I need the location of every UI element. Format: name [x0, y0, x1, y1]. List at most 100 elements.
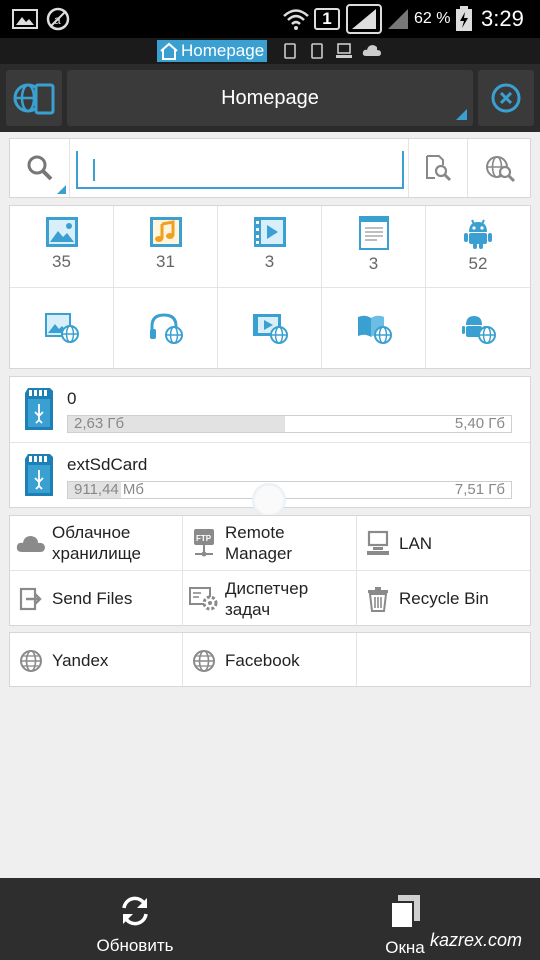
refresh-button[interactable]: Обновить — [80, 878, 190, 960]
category-images[interactable]: 35 — [10, 206, 114, 288]
tools-panel: Облачное хранилище FTP Remote Manager LAN … — [9, 515, 531, 626]
battery-percent: 62 % — [414, 10, 451, 27]
window-tab-label: Homepage — [181, 41, 265, 60]
tool-label: Manager — [225, 544, 293, 563]
storage-item-internal[interactable]: 0 2,63 Гб 5,40 Гб — [10, 377, 530, 443]
web-search-icon — [485, 156, 515, 183]
tool-recycle-bin[interactable]: Recycle Bin — [357, 571, 530, 626]
category-web-apps[interactable] — [426, 288, 530, 370]
phone-window-2-icon[interactable] — [311, 43, 323, 64]
bookmark-label: Facebook — [225, 651, 300, 670]
ftp-icon: FTP — [194, 529, 214, 557]
clock: 3:29 — [481, 6, 524, 31]
storage-used: 2,63 Гб — [74, 415, 125, 432]
tool-label: Диспетчер — [225, 578, 309, 598]
wifi-icon — [282, 0, 310, 38]
document-icon — [358, 216, 389, 250]
signal-2-icon — [386, 0, 410, 38]
watermark: kazrex.com — [430, 930, 523, 950]
category-apps[interactable]: 52 — [426, 206, 530, 288]
data-saver-icon: a — [46, 0, 70, 38]
tool-cloud-storage[interactable]: Облачное хранилище — [10, 516, 183, 571]
home-icon — [160, 42, 178, 60]
battery-charging-icon — [455, 0, 473, 38]
storage-usage-bar: 911,44 Мб 7,51 Гб — [67, 481, 512, 499]
category-count: 31 — [156, 252, 175, 271]
web-music-icon — [149, 313, 183, 344]
category-web-books[interactable] — [322, 288, 426, 370]
close-icon — [491, 83, 521, 113]
category-music[interactable]: 31 — [114, 206, 218, 288]
windows-label: Окна — [385, 938, 425, 957]
send-files-icon — [19, 587, 42, 610]
tool-label: Recycle Bin — [399, 589, 489, 608]
tool-task-manager[interactable]: Диспетчер задач — [183, 571, 357, 626]
category-count: 3 — [368, 254, 379, 273]
svg-text:FTP: FTP — [196, 534, 212, 543]
cloud-window-icon[interactable] — [362, 43, 382, 62]
bookmarks-panel: Yandex Facebook — [9, 632, 531, 688]
refresh-icon — [122, 896, 148, 926]
sd-card-icon — [25, 388, 53, 430]
bookmark-empty-slot — [357, 633, 530, 688]
title-bar: Homepage — [0, 64, 540, 132]
tool-lan[interactable]: LAN — [357, 516, 530, 571]
search-input[interactable] — [76, 151, 404, 189]
globe-device-icon — [13, 83, 55, 115]
trash-icon — [368, 586, 388, 612]
tool-label: Send Files — [52, 589, 133, 608]
computer-window-icon[interactable] — [336, 43, 352, 64]
window-tab-homepage[interactable]: Homepage — [157, 40, 268, 62]
gallery-notification-icon — [12, 0, 38, 38]
sd-card-icon — [25, 454, 53, 496]
lan-icon — [367, 530, 389, 555]
category-videos[interactable]: 3 — [218, 206, 322, 288]
local-search-button[interactable] — [408, 139, 468, 197]
storage-total: 7,51 Гб — [454, 481, 505, 498]
phone-window-icon[interactable] — [284, 43, 296, 64]
close-button[interactable] — [478, 70, 534, 126]
search-icon — [27, 155, 52, 181]
task-manager-icon — [189, 586, 218, 610]
windows-icon — [390, 895, 420, 929]
category-web-images[interactable] — [10, 288, 114, 370]
text-cursor — [93, 159, 95, 181]
globe-icon — [20, 649, 42, 672]
file-search-icon — [426, 155, 452, 182]
category-count: 35 — [52, 252, 71, 271]
storage-total: 5,40 Гб — [454, 415, 505, 432]
tool-label: задач — [225, 599, 271, 619]
category-documents[interactable]: 3 — [322, 206, 426, 288]
device-switch-button[interactable] — [6, 70, 62, 126]
storage-usage-bar: 2,63 Гб 5,40 Гб — [67, 415, 512, 433]
dropdown-corner-icon — [57, 185, 66, 194]
refresh-label: Обновить — [96, 936, 174, 955]
bookmark-yandex[interactable]: Yandex — [10, 633, 183, 688]
image-icon — [45, 217, 78, 247]
tool-label: хранилище — [52, 544, 141, 563]
globe-icon — [193, 649, 215, 672]
bookmark-label: Yandex — [52, 651, 109, 670]
web-video-icon — [252, 314, 288, 344]
tool-remote-manager[interactable]: FTP Remote Manager — [183, 516, 357, 571]
web-search-button[interactable] — [469, 139, 530, 197]
tool-label: Облачное — [52, 523, 131, 542]
category-web-videos[interactable] — [218, 288, 322, 370]
tool-label: Remote — [225, 523, 285, 542]
page-title: Homepage — [221, 86, 319, 109]
window-bar: Homepage — [0, 38, 540, 64]
categories-panel: 35 31 3 3 52 — [9, 205, 531, 370]
tool-send-files[interactable]: Send Files — [10, 571, 183, 626]
status-bar: a 1 62 % 3:29 — [0, 0, 540, 38]
category-count: 52 — [468, 254, 488, 273]
storage-used: 911,44 Мб — [74, 481, 145, 498]
bookmark-facebook[interactable]: Facebook — [183, 633, 357, 688]
android-icon — [464, 219, 492, 249]
storage-name: 0 — [67, 389, 77, 408]
sim-badge: 1 — [314, 8, 340, 30]
search-panel — [9, 138, 531, 198]
category-web-music[interactable] — [114, 288, 218, 370]
search-type-button[interactable] — [10, 139, 70, 197]
web-image-icon — [44, 313, 79, 343]
web-android-icon — [462, 316, 496, 344]
